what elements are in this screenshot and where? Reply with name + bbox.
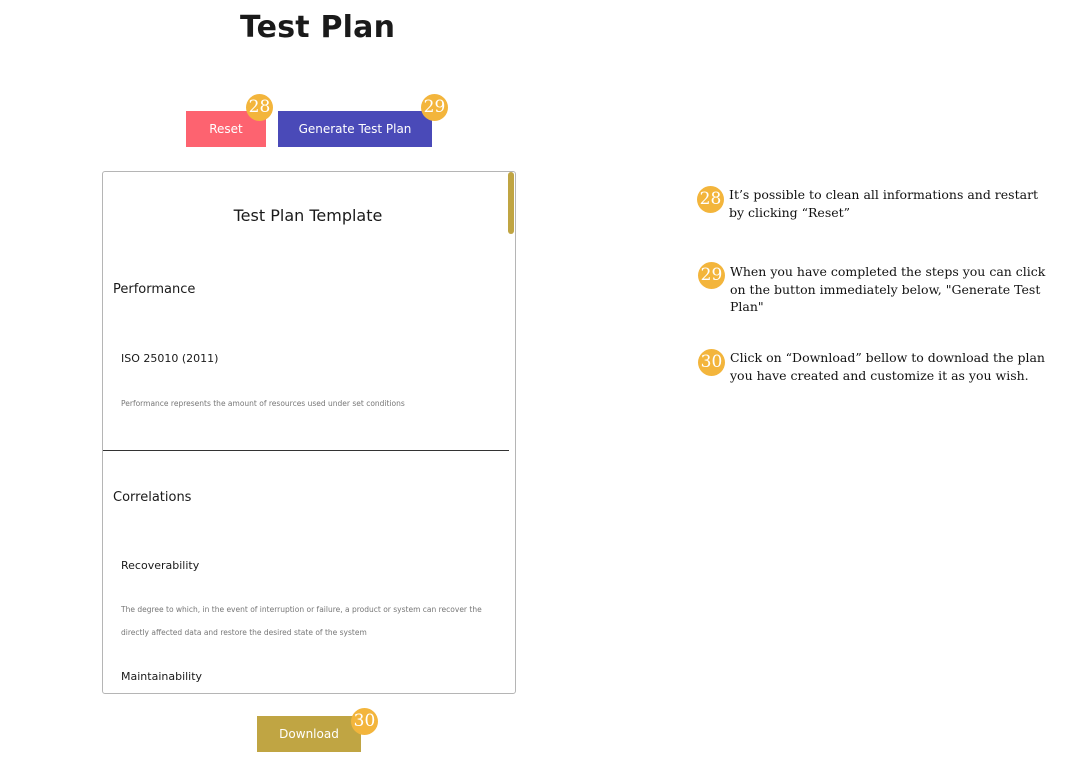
item-title-maintainability: Maintainability [121, 670, 203, 683]
section-divider [103, 450, 509, 451]
note-download: Click on “Download” bellow to download t… [730, 350, 1045, 383]
section-heading-correlations: Correlations [113, 490, 192, 505]
test-plan-preview[interactable]: Test Plan Template Performance ISO 25010… [102, 171, 516, 694]
item-title-iso: ISO 25010 (2011) [121, 352, 219, 365]
download-button[interactable]: Download [257, 716, 361, 752]
section-heading-performance: Performance [113, 282, 196, 297]
note-badge-28: 28 [697, 186, 724, 213]
note-reset: It’s possible to clean all informations … [729, 187, 1039, 220]
note-generate: When you have completed the steps you ca… [730, 264, 1046, 314]
preview-scrollbar[interactable] [508, 172, 514, 234]
note-badge-30: 30 [698, 349, 725, 376]
item-description-iso: Performance represents the amount of res… [121, 399, 405, 408]
step-badge-29: 29 [421, 94, 448, 121]
item-title-recoverability: Recoverability [121, 559, 200, 572]
item-description-recoverability: The degree to which, in the event of int… [121, 605, 482, 637]
generate-test-plan-button[interactable]: Generate Test Plan [278, 111, 432, 147]
note-badge-29: 29 [698, 262, 725, 289]
template-title: Test Plan Template [233, 206, 383, 225]
step-badge-28: 28 [246, 94, 273, 121]
page-title: Test Plan [240, 10, 396, 45]
step-badge-30: 30 [351, 708, 378, 735]
